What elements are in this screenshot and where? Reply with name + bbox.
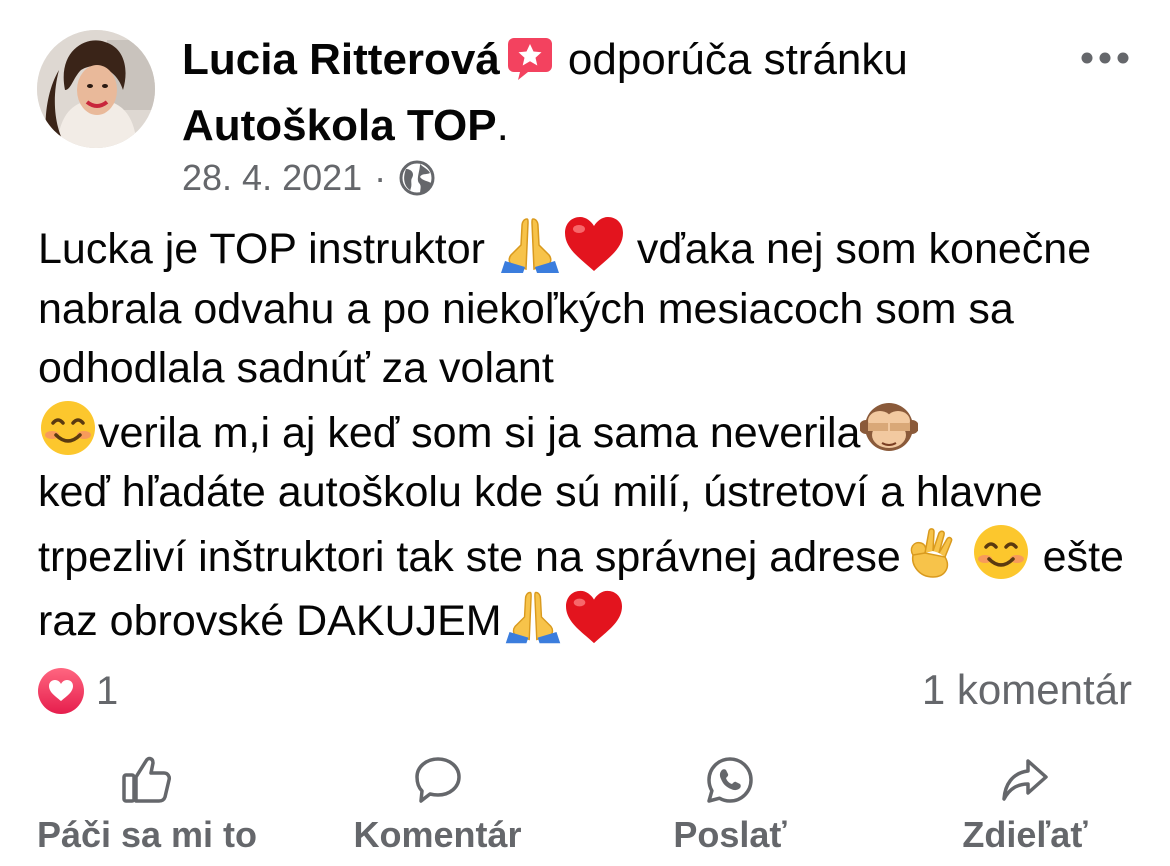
smiling-face-emoji-icon — [38, 399, 98, 457]
post-text: Lucka je TOP instruktor vďaka nej som ko… — [38, 215, 1148, 652]
comment-icon — [414, 757, 461, 803]
send-label: Poslať — [673, 814, 787, 855]
comment-button[interactable]: Komentár — [330, 755, 545, 857]
whatsapp-icon — [707, 757, 753, 803]
globe-icon — [399, 160, 435, 196]
more-options-button[interactable] — [1080, 48, 1130, 68]
folded-hands-emoji-icon-2 — [502, 587, 564, 645]
more-icon — [1081, 52, 1129, 64]
post-date[interactable]: 28. 4. 2021 — [182, 156, 362, 200]
like-label: Páči sa mi to — [36, 814, 258, 855]
meta-separator: · — [374, 157, 387, 198]
red-heart-emoji-icon-2 — [564, 589, 624, 645]
ok-hand-emoji-icon — [901, 523, 959, 581]
share-icon — [1002, 759, 1048, 801]
thumbs-up-icon — [122, 756, 171, 803]
smiling-face-emoji-icon-2 — [971, 523, 1031, 581]
page-name-suffix: . — [496, 101, 509, 150]
post-text-part-4: keď hľadáte autoškolu kde sú milí, ústre… — [38, 468, 1043, 581]
comment-label: Komentár — [353, 814, 522, 855]
post-header: Lucia Ritterová odporúča stránku Autoško… — [182, 30, 1062, 156]
post-text-part-1: Lucka je TOP instruktor — [38, 225, 497, 273]
post-meta: 28. 4. 2021 · — [182, 156, 436, 200]
page-name-link[interactable]: Autoškola TOP — [182, 101, 497, 150]
post-text-part-3: verila m,i aj keď som si ja sama neveril… — [98, 408, 861, 457]
see-no-evil-monkey-emoji-icon — [860, 399, 919, 457]
post-text-part-5 — [959, 533, 971, 581]
post-actions-bar: Páči sa mi to Komentár Poslať Zdieľať — [0, 755, 1170, 866]
author-name[interactable]: Lucia Ritterová — [182, 35, 500, 84]
recommend-icon — [506, 36, 554, 96]
comment-count-link[interactable]: 1 komentár — [922, 666, 1132, 714]
recommend-text: odporúča stránku — [567, 35, 908, 84]
heart-icon — [38, 668, 84, 714]
reaction-summary[interactable]: 1 — [38, 668, 118, 714]
folded-hands-emoji-icon — [497, 215, 563, 273]
like-button[interactable]: Páči sa mi to — [22, 755, 272, 857]
share-label: Zdieľať — [962, 814, 1088, 855]
red-heart-emoji-icon — [563, 215, 625, 273]
reaction-count: 1 — [96, 668, 119, 713]
author-avatar[interactable] — [37, 30, 155, 148]
send-button[interactable]: Poslať — [640, 755, 820, 857]
share-button[interactable]: Zdieľať — [935, 755, 1115, 857]
